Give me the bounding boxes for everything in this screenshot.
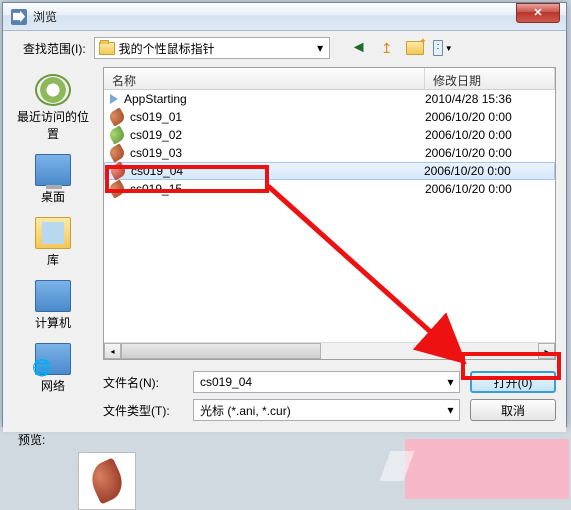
new-folder-button[interactable] bbox=[404, 37, 426, 59]
scroll-left-button[interactable]: ◂ bbox=[104, 343, 121, 359]
preview-box bbox=[78, 452, 136, 510]
leaf-icon bbox=[85, 457, 128, 504]
file-date: 2006/10/20 0:00 bbox=[425, 146, 555, 160]
file-row[interactable]: cs019_012006/10/20 0:00 bbox=[104, 108, 555, 126]
file-row[interactable]: cs019_152006/10/20 0:00 bbox=[104, 180, 555, 198]
filename-input[interactable]: cs019_04 ▾ bbox=[193, 371, 460, 393]
file-icon bbox=[107, 125, 126, 144]
look-in-label: 查找范围(I): bbox=[23, 40, 86, 57]
places-bar: 最近访问的位置 桌面 库 计算机 网络 bbox=[3, 65, 103, 360]
file-date: 2006/10/20 0:00 bbox=[424, 164, 554, 178]
library-icon bbox=[35, 217, 71, 249]
file-name: cs019_15 bbox=[130, 182, 425, 196]
desktop-icon bbox=[35, 154, 71, 186]
watermark-overlay bbox=[405, 439, 569, 499]
scroll-track[interactable] bbox=[321, 343, 538, 359]
column-name[interactable]: 名称 bbox=[104, 68, 425, 89]
network-icon bbox=[35, 343, 71, 375]
place-recent[interactable]: 最近访问的位置 bbox=[11, 69, 95, 147]
browse-icon bbox=[11, 9, 27, 25]
cancel-button[interactable]: 取消 bbox=[470, 399, 556, 421]
chevron-down-icon[interactable]: ▾ bbox=[442, 400, 459, 420]
file-date: 2010/4/28 15:36 bbox=[425, 92, 555, 106]
file-icon bbox=[108, 161, 127, 180]
view-menu-button[interactable]: ▼ bbox=[432, 37, 454, 59]
filename-label: 文件名(N): bbox=[103, 374, 183, 391]
horizontal-scrollbar[interactable]: ◂ ▸ bbox=[104, 342, 555, 359]
file-list-header[interactable]: 名称 修改日期 bbox=[104, 68, 555, 90]
titlebar[interactable]: 浏览 ✕ bbox=[3, 3, 566, 31]
file-row[interactable]: cs019_032006/10/20 0:00 bbox=[104, 144, 555, 162]
file-icon bbox=[110, 94, 118, 104]
file-row[interactable]: cs019_042006/10/20 0:00 bbox=[104, 162, 555, 180]
recent-icon bbox=[35, 74, 71, 106]
place-network[interactable]: 网络 bbox=[11, 338, 95, 399]
filetype-label: 文件类型(T): bbox=[103, 402, 183, 419]
look-in-row: 查找范围(I): 我的个性鼠标指针 ▾ ◄ ↥ ▼ bbox=[3, 31, 566, 65]
file-name: cs019_02 bbox=[130, 128, 425, 142]
file-row[interactable]: cs019_022006/10/20 0:00 bbox=[104, 126, 555, 144]
file-icon bbox=[107, 107, 126, 126]
file-list-area: 名称 修改日期 AppStarting2010/4/28 15:36cs019_… bbox=[103, 67, 556, 360]
file-date: 2006/10/20 0:00 bbox=[425, 182, 555, 196]
file-row[interactable]: AppStarting2010/4/28 15:36 bbox=[104, 90, 555, 108]
folder-icon bbox=[99, 42, 115, 55]
place-computer[interactable]: 计算机 bbox=[11, 275, 95, 336]
file-name: cs019_03 bbox=[130, 146, 425, 160]
file-date: 2006/10/20 0:00 bbox=[425, 110, 555, 124]
preview-label: 预览: bbox=[18, 433, 45, 447]
file-name: cs019_01 bbox=[130, 110, 425, 124]
look-in-value: 我的个性鼠标指针 bbox=[119, 40, 215, 57]
open-button[interactable]: 打开(0) bbox=[470, 371, 556, 393]
file-icon bbox=[107, 179, 126, 198]
filetype-combo[interactable]: 光标 (*.ani, *.cur) ▾ bbox=[193, 399, 460, 421]
back-button[interactable]: ◄ bbox=[348, 37, 370, 59]
window-title: 浏览 bbox=[33, 8, 57, 25]
look-in-combo[interactable]: 我的个性鼠标指针 ▾ bbox=[94, 37, 330, 59]
file-icon bbox=[107, 143, 126, 162]
file-list[interactable]: AppStarting2010/4/28 15:36cs019_012006/1… bbox=[104, 90, 555, 342]
place-library[interactable]: 库 bbox=[11, 212, 95, 273]
scroll-thumb[interactable] bbox=[121, 343, 321, 359]
file-date: 2006/10/20 0:00 bbox=[425, 128, 555, 142]
file-open-dialog: 浏览 ✕ 查找范围(I): 我的个性鼠标指针 ▾ ◄ ↥ ▼ 最近访问的位置 桌… bbox=[2, 2, 567, 427]
chevron-down-icon[interactable]: ▾ bbox=[442, 372, 459, 392]
place-desktop[interactable]: 桌面 bbox=[11, 149, 95, 210]
computer-icon bbox=[35, 280, 71, 312]
column-date[interactable]: 修改日期 bbox=[425, 68, 555, 89]
file-name: AppStarting bbox=[124, 92, 425, 106]
close-button[interactable]: ✕ bbox=[516, 3, 560, 23]
scroll-right-button[interactable]: ▸ bbox=[538, 343, 555, 359]
chevron-down-icon[interactable]: ▾ bbox=[312, 38, 329, 58]
up-button[interactable]: ↥ bbox=[376, 37, 398, 59]
file-name: cs019_04 bbox=[131, 164, 424, 178]
